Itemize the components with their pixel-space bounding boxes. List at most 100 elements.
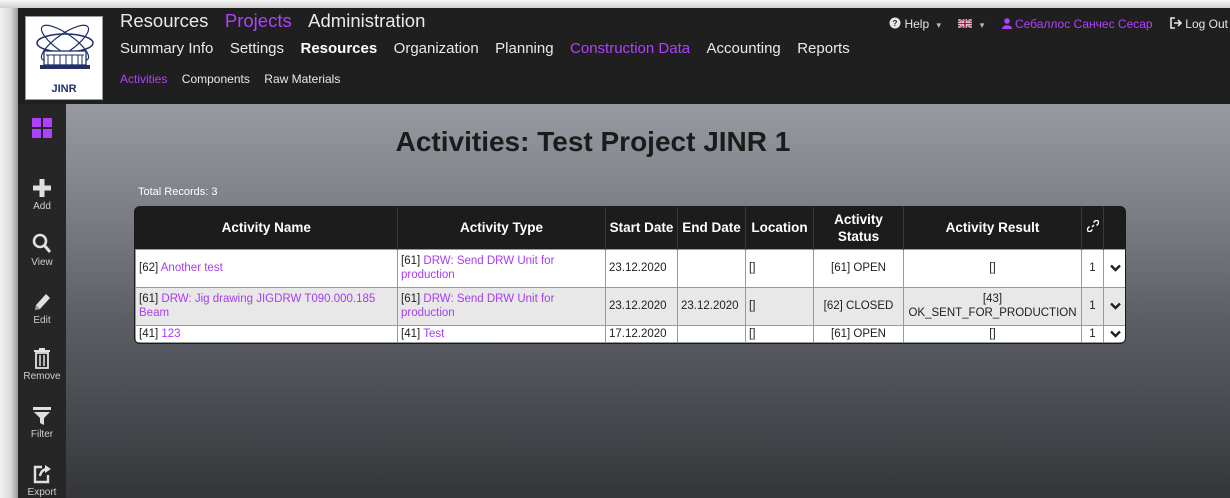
sidebar-item-export[interactable]: Export — [18, 462, 66, 498]
activity-type-id: [41] — [401, 327, 421, 340]
col-end-date[interactable]: End Date — [677, 207, 746, 249]
cell-result: [43] OK_SENT_FOR_PRODUCTION — [903, 286, 1082, 326]
cell-location: [] — [745, 286, 814, 326]
language-menu[interactable]: ▾ — [957, 17, 985, 31]
cell-end-date — [677, 248, 746, 288]
sidebar-item-view[interactable]: View — [18, 232, 66, 268]
sidebar-label-view: View — [31, 257, 53, 268]
logout-button[interactable]: Log Out — [1170, 17, 1228, 31]
sidebar-item-edit[interactable]: Edit — [18, 290, 66, 326]
top-header: JINR Resources Projects Administration S… — [18, 8, 1230, 104]
col-activity-name[interactable]: Activity Name — [135, 207, 398, 249]
col-activity-status[interactable]: Activity Status — [813, 207, 904, 249]
row-expand-button[interactable] — [1103, 248, 1125, 288]
result-id: [] — [989, 262, 996, 274]
activity-name-link[interactable]: DRW: Jig drawing JIGDRW T090.000.185 Bea… — [139, 293, 375, 319]
page-title: Activities: Test Project JINR 1 — [395, 126, 791, 157]
cell-activity-type: [41] Test — [397, 324, 606, 343]
cell-activity-name: [62] Another test — [135, 248, 398, 288]
result-id: [] — [989, 327, 996, 340]
nav-resources[interactable]: Resources — [120, 10, 208, 32]
row-expand-button[interactable] — [1103, 324, 1125, 343]
table-row[interactable]: [62] Another test [61] DRW: Send DRW Uni… — [135, 248, 1125, 288]
activity-type-id: [61] — [401, 293, 421, 305]
nav-resources-sub[interactable]: Resources — [300, 40, 377, 57]
cell-location: [] — [745, 324, 814, 343]
app-window: JINR Resources Projects Administration S… — [0, 0, 1230, 498]
total-records: Total Records: 3 — [138, 186, 218, 198]
help-label: Help — [904, 16, 930, 31]
nav-administration[interactable]: Administration — [308, 10, 425, 32]
col-location[interactable]: Location — [745, 207, 814, 249]
plus-icon — [33, 179, 51, 197]
window-edge — [0, 0, 18, 498]
user-name: Себаллос Санчес Сесар — [1014, 16, 1153, 31]
nav-activities[interactable]: Activities — [120, 72, 167, 86]
logout-icon — [1170, 17, 1183, 29]
chevron-down-icon — [1110, 264, 1121, 272]
nav-reports[interactable]: Reports — [797, 40, 850, 57]
uk-flag-icon — [957, 18, 973, 29]
row-expand-button[interactable] — [1103, 286, 1125, 326]
activity-id: [61] — [139, 293, 159, 305]
cell-start-date: 23.12.2020 — [605, 286, 678, 326]
nav-settings[interactable]: Settings — [230, 40, 284, 57]
sidebar-item-dashboard[interactable] — [18, 116, 66, 140]
sidebar-item-add[interactable]: Add — [18, 176, 66, 212]
activity-id: [62] — [139, 262, 159, 274]
sidebar: Add View Edit Remove Filter Export — [18, 104, 66, 498]
help-icon: ? — [889, 17, 901, 29]
nav-components[interactable]: Components — [182, 72, 250, 86]
logo[interactable]: JINR — [25, 16, 103, 100]
cell-location: [] — [745, 248, 814, 288]
user-icon — [1001, 18, 1012, 29]
main-content: Activities: Test Project JINR 1 Total Re… — [66, 104, 1230, 498]
col-links[interactable] — [1081, 207, 1104, 249]
nav-organization[interactable]: Organization — [394, 40, 479, 57]
nav-projects[interactable]: Projects — [225, 10, 292, 32]
col-start-date[interactable]: Start Date — [605, 207, 678, 249]
cell-status: [62] CLOSED — [813, 286, 904, 326]
svg-text:?: ? — [893, 19, 898, 28]
sidebar-label-remove: Remove — [23, 371, 61, 382]
col-actions — [1103, 207, 1125, 249]
activity-name-link[interactable]: Another test — [161, 262, 223, 274]
cell-link-count: 1 — [1081, 324, 1104, 343]
sidebar-item-remove[interactable]: Remove — [18, 346, 66, 382]
grid-icon — [32, 118, 52, 138]
activity-type-link[interactable]: DRW: Send DRW Unit for production — [401, 293, 554, 319]
cell-link-count: 1 — [1081, 248, 1104, 288]
top-right-menu: ? Help ▾ ▾ Себаллос Санчес Сесар Log Out — [875, 16, 1228, 34]
activity-name-link[interactable]: 123 — [161, 328, 180, 340]
help-menu[interactable]: ? Help ▾ — [889, 17, 941, 31]
cell-result: [] — [903, 248, 1082, 288]
sidebar-label-export: Export — [27, 487, 57, 498]
nav-accounting[interactable]: Accounting — [707, 40, 781, 57]
activity-type-link[interactable]: Test — [423, 328, 444, 340]
cell-activity-name: [41] 123 — [135, 324, 398, 343]
activity-type-link[interactable]: DRW: Send DRW Unit for production — [401, 255, 554, 281]
sidebar-item-filter[interactable]: Filter — [18, 404, 66, 440]
result-value: OK_SENT_FOR_PRODUCTION — [908, 307, 1077, 319]
caret-down-icon: ▾ — [979, 19, 985, 30]
cell-link-count: 1 — [1081, 286, 1104, 326]
sidebar-label-filter: Filter — [30, 429, 54, 440]
cell-activity-type: [61] DRW: Send DRW Unit for production — [397, 248, 606, 288]
cell-start-date: 23.12.2020 — [605, 248, 678, 288]
nav-construction-data[interactable]: Construction Data — [570, 40, 690, 57]
cell-end-date: 23.12.2020 — [677, 286, 746, 326]
table-row[interactable]: [41] 123 [41] Test 17.12.2020 [] [61] OP… — [135, 324, 1125, 343]
user-menu[interactable]: Себаллос Санчес Сесар — [1001, 16, 1153, 31]
nav-summary-info[interactable]: Summary Info — [120, 40, 213, 57]
col-activity-result[interactable]: Activity Result — [903, 207, 1082, 249]
col-activity-type[interactable]: Activity Type — [397, 207, 606, 249]
nav-raw-materials[interactable]: Raw Materials — [264, 72, 340, 86]
cell-activity-type: [61] DRW: Send DRW Unit for production — [397, 286, 606, 326]
search-icon — [32, 233, 52, 253]
main-nav: Resources Projects Administration — [120, 10, 437, 36]
table-header-row: Activity Name Activity Type Start Date E… — [135, 207, 1125, 249]
table-row[interactable]: [61] DRW: Jig drawing JIGDRW T090.000.18… — [135, 286, 1125, 326]
nav-planning[interactable]: Planning — [495, 40, 553, 57]
window-edge-top — [0, 0, 1230, 8]
pencil-icon — [35, 294, 50, 310]
